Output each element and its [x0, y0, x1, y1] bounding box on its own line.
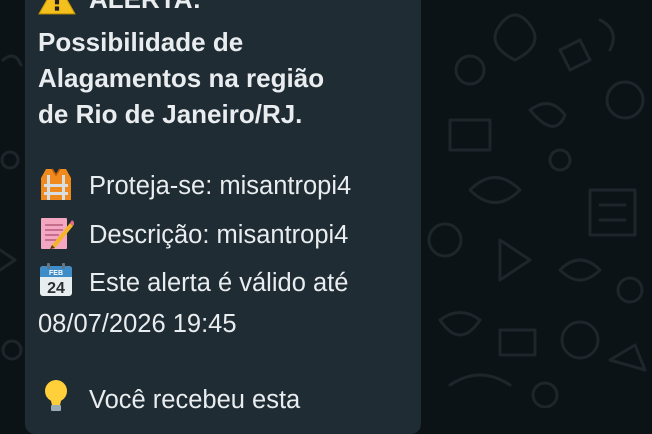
memo-icon: [38, 215, 74, 251]
calendar-month: FEB: [49, 270, 63, 277]
validity-line-2: 08/07/2026 19:45: [38, 310, 237, 338]
protect-text: Proteja-se: misantropi4: [89, 172, 352, 200]
headline-line-1: Possibilidade de: [38, 27, 244, 57]
calendar-day: 24: [47, 280, 65, 297]
validity-line-1: Este alerta é válido até: [89, 269, 349, 297]
warning-icon: [38, 0, 76, 16]
calendar-icon: FEB 24: [38, 262, 74, 298]
description-text: Descrição: misantropi4: [89, 221, 349, 249]
received-text: Você recebeu esta: [89, 386, 301, 414]
safety-vest-icon: [38, 166, 74, 202]
alert-title: ALERTA:: [89, 0, 201, 17]
headline-line-3: de Rio de Janeiro/RJ.: [38, 99, 303, 129]
headline-line-2: Alagamentos na região: [38, 63, 325, 93]
